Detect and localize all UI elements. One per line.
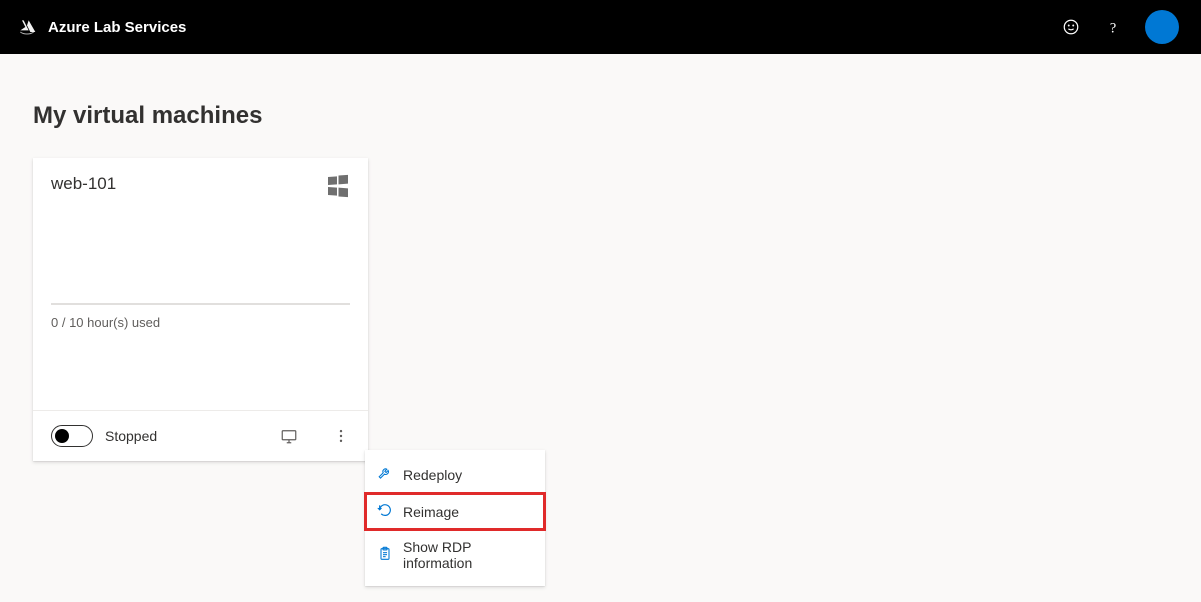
- app-name: Azure Lab Services: [48, 19, 186, 36]
- hours-used-label: 0 / 10 hour(s) used: [51, 315, 350, 330]
- page-body: My virtual machines web-101 0 / 10 hour(…: [0, 54, 1201, 461]
- svg-text:?: ?: [1110, 20, 1116, 36]
- refresh-icon: [377, 502, 393, 521]
- vm-context-menu: Redeploy Reimage Show RDP information: [365, 450, 545, 586]
- menu-label: Show RDP information: [403, 539, 533, 571]
- hours-progress-bar: [51, 303, 350, 305]
- vm-name: web-101: [51, 174, 116, 194]
- connect-monitor-icon[interactable]: [280, 427, 298, 445]
- app-logo-block[interactable]: Azure Lab Services: [16, 17, 186, 37]
- menu-label: Reimage: [403, 504, 459, 520]
- help-icon[interactable]: ?: [1103, 17, 1123, 37]
- top-header: Azure Lab Services ?: [0, 0, 1201, 54]
- vm-status-label: Stopped: [105, 428, 157, 444]
- power-toggle[interactable]: [51, 425, 93, 447]
- feedback-icon[interactable]: [1061, 17, 1081, 37]
- user-avatar[interactable]: [1145, 10, 1179, 44]
- vm-card-footer: Stopped: [33, 410, 368, 461]
- more-options-icon[interactable]: [332, 427, 350, 445]
- menu-item-reimage[interactable]: Reimage: [365, 493, 545, 530]
- menu-item-show-rdp[interactable]: Show RDP information: [365, 530, 545, 580]
- menu-item-redeploy[interactable]: Redeploy: [365, 456, 545, 493]
- toggle-knob: [55, 429, 69, 443]
- azure-logo-icon: [16, 17, 38, 37]
- menu-label: Redeploy: [403, 467, 462, 483]
- vm-card: web-101 0 / 10 hour(s) used Stopped: [33, 158, 368, 461]
- page-title: My virtual machines: [33, 102, 1168, 130]
- wrench-icon: [377, 465, 393, 484]
- clipboard-icon: [377, 546, 393, 565]
- windows-os-icon: [326, 174, 350, 198]
- header-actions: ?: [1061, 10, 1185, 44]
